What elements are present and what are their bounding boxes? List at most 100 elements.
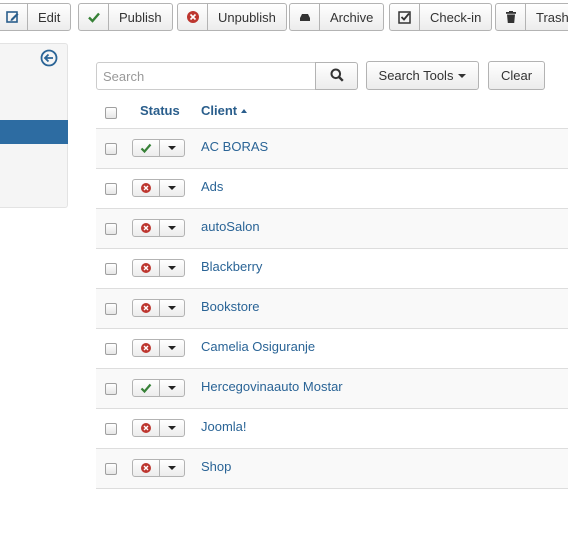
- clear-label: Clear: [500, 68, 533, 83]
- chevron-down-icon: [168, 226, 176, 230]
- client-link[interactable]: Bookstore: [201, 299, 260, 314]
- actions-dropdown-button[interactable]: [160, 380, 184, 396]
- table-row: AC BORAS: [96, 129, 568, 169]
- search-input[interactable]: [96, 62, 317, 90]
- client-link[interactable]: Ads: [201, 179, 223, 194]
- chevron-down-icon: [168, 186, 176, 190]
- publish-button-label: Publish: [119, 9, 162, 25]
- unpublished-icon[interactable]: [133, 300, 160, 316]
- publish-button[interactable]: Publish: [78, 3, 173, 31]
- published-check-icon[interactable]: [133, 140, 160, 156]
- status-toggle-group: [132, 139, 185, 157]
- check-icon: [79, 4, 109, 30]
- status-toggle-group: [132, 219, 185, 237]
- table-row: autoSalon: [96, 209, 568, 249]
- unpublish-icon: [178, 4, 208, 30]
- client-link[interactable]: AC BORAS: [201, 139, 268, 154]
- status-column-header[interactable]: Status: [140, 103, 180, 118]
- archive-button-label: Archive: [330, 9, 374, 25]
- chevron-down-icon: [168, 466, 176, 470]
- archive-button[interactable]: Archive: [289, 3, 385, 31]
- search-button[interactable]: [315, 62, 358, 90]
- status-toggle-group: [132, 379, 185, 397]
- chevron-down-icon: [168, 386, 176, 390]
- trash-icon: [496, 4, 526, 30]
- row-checkbox[interactable]: [105, 183, 117, 195]
- client-column-header[interactable]: Client: [201, 103, 248, 118]
- chevron-down-icon: [168, 306, 176, 310]
- table-body: AC BORAS Ads autoSalon Blackberry Bookstore C…: [96, 129, 568, 489]
- table-row: Bookstore: [96, 289, 568, 329]
- client-link[interactable]: Blackberry: [201, 259, 262, 274]
- clients-table: Status Client AC BORAS Ads autoSalon Blackb…: [96, 96, 568, 489]
- sort-ascending-icon: [241, 108, 248, 113]
- client-link[interactable]: autoSalon: [201, 219, 260, 234]
- trash-button[interactable]: Trash: [495, 3, 568, 31]
- actions-dropdown-button[interactable]: [160, 260, 184, 276]
- archive-icon: [290, 4, 320, 30]
- table-header: Status Client: [96, 96, 568, 129]
- actions-dropdown-button[interactable]: [160, 220, 184, 236]
- unpublished-icon[interactable]: [133, 460, 160, 476]
- row-checkbox[interactable]: [105, 263, 117, 275]
- search-icon: [330, 68, 344, 85]
- edit-button[interactable]: Edit: [0, 3, 72, 31]
- row-checkbox[interactable]: [105, 223, 117, 235]
- edit-button-label: Edit: [38, 9, 61, 25]
- published-check-icon[interactable]: [133, 380, 160, 396]
- chevron-down-icon: [168, 426, 176, 430]
- chevron-down-icon: [168, 266, 176, 270]
- clear-button[interactable]: Clear: [488, 61, 545, 90]
- row-checkbox[interactable]: [105, 383, 117, 395]
- chevron-down-icon: [168, 146, 176, 150]
- status-toggle-group: [132, 459, 185, 477]
- unpublished-icon[interactable]: [133, 420, 160, 436]
- actions-dropdown-button[interactable]: [160, 140, 184, 156]
- unpublished-icon[interactable]: [133, 340, 160, 356]
- table-row: Ads: [96, 169, 568, 209]
- client-column-label: Client: [201, 103, 238, 118]
- actions-dropdown-button[interactable]: [160, 300, 184, 316]
- check-in-button-label: Check-in: [430, 9, 482, 25]
- table-row: Camelia Osiguranje: [96, 329, 568, 369]
- client-link[interactable]: Joomla!: [201, 419, 247, 434]
- client-link[interactable]: Hercegovinaauto Mostar: [201, 379, 343, 394]
- client-link[interactable]: Shop: [201, 459, 231, 474]
- trash-button-label: Trash: [536, 9, 568, 25]
- checkbox-icon: [390, 4, 420, 30]
- toolbar: Edit Publish Unpublish Archive Check-in …: [0, 0, 568, 32]
- unpublished-icon[interactable]: [133, 260, 160, 276]
- status-toggle-group: [132, 339, 185, 357]
- unpublish-button-label: Unpublish: [218, 9, 276, 25]
- row-checkbox[interactable]: [105, 143, 117, 155]
- table-row: Blackberry: [96, 249, 568, 289]
- actions-dropdown-button[interactable]: [160, 340, 184, 356]
- actions-dropdown-button[interactable]: [160, 460, 184, 476]
- unpublished-icon[interactable]: [133, 220, 160, 236]
- client-link[interactable]: Camelia Osiguranje: [201, 339, 315, 354]
- check-in-button[interactable]: Check-in: [389, 3, 493, 31]
- row-checkbox[interactable]: [105, 463, 117, 475]
- search-tools-button[interactable]: Search Tools: [366, 61, 479, 90]
- row-checkbox[interactable]: [105, 303, 117, 315]
- table-row: Hercegovinaauto Mostar: [96, 369, 568, 409]
- actions-dropdown-button[interactable]: [160, 180, 184, 196]
- sidebar-item-active[interactable]: [0, 120, 68, 144]
- status-toggle-group: [132, 259, 185, 277]
- table-row: Joomla!: [96, 409, 568, 449]
- select-all-checkbox[interactable]: [105, 107, 117, 119]
- row-checkbox[interactable]: [105, 343, 117, 355]
- status-toggle-group: [132, 419, 185, 437]
- edit-icon: [0, 4, 28, 30]
- unpublish-button[interactable]: Unpublish: [177, 3, 287, 31]
- status-toggle-group: [132, 179, 185, 197]
- collapse-sidebar-icon[interactable]: [40, 49, 58, 67]
- search-tools-label: Search Tools: [378, 68, 454, 83]
- sidebar: [0, 43, 68, 208]
- table-row: Shop: [96, 449, 568, 489]
- chevron-down-icon: [458, 73, 467, 78]
- row-checkbox[interactable]: [105, 423, 117, 435]
- status-toggle-group: [132, 299, 185, 317]
- actions-dropdown-button[interactable]: [160, 420, 184, 436]
- unpublished-icon[interactable]: [133, 180, 160, 196]
